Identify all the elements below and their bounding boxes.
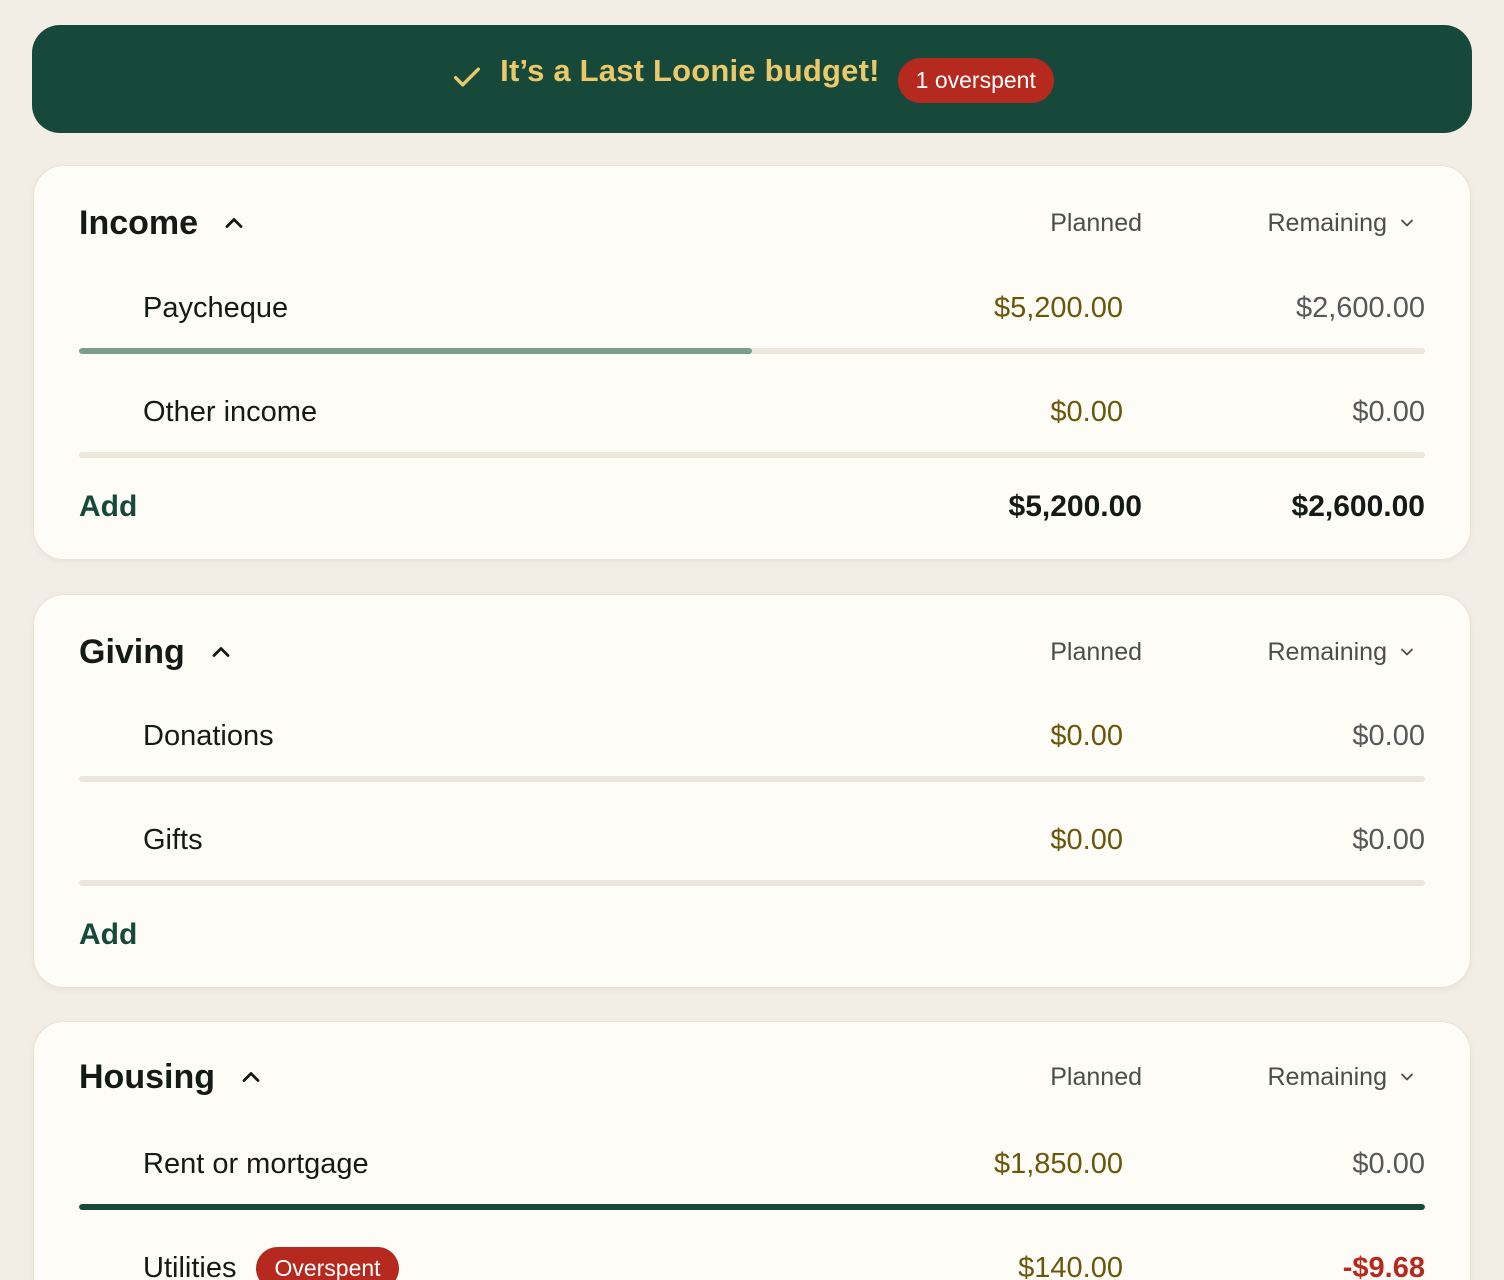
remaining-label: Remaining	[1267, 637, 1387, 666]
item-label-wrap: Utilities Overspent	[143, 1246, 399, 1280]
item-planned[interactable]: $0.00	[1050, 396, 1123, 429]
progress-fill	[79, 348, 752, 354]
overspent-badge: Overspent	[256, 1246, 399, 1280]
progress-fill	[79, 1204, 1425, 1210]
item-label: Other income	[143, 395, 318, 428]
planned-column-header: Planned	[1050, 208, 1142, 237]
budget-item-gifts[interactable]: Gifts $0.00 $0.00	[79, 810, 1425, 870]
item-label: Gifts	[143, 823, 203, 856]
progress-track	[79, 880, 1425, 886]
item-remaining: $0.00	[1352, 823, 1425, 856]
total-planned: $5,200.00	[1008, 490, 1142, 523]
chevron-up-icon[interactable]	[207, 638, 235, 666]
housing-header: Housing Planned Remaining	[79, 1052, 1425, 1102]
item-label: Paycheque	[143, 291, 289, 324]
item-remaining: -$9.68	[1342, 1251, 1425, 1280]
group-title: Housing	[79, 1057, 215, 1096]
income-card: Income Planned Remaining Paycheque $5,20…	[34, 166, 1470, 559]
income-footer: Add $5,200.00 $2,600.00	[79, 482, 1425, 532]
budget-item-rent-or-mortgage[interactable]: Rent or mortgage $1,850.00 $0.00	[79, 1134, 1425, 1194]
giving-header: Giving Planned Remaining	[79, 627, 1425, 677]
add-item-button[interactable]: Add	[79, 490, 137, 524]
total-remaining: $2,600.00	[1291, 490, 1425, 523]
remaining-column-header[interactable]: Remaining	[1267, 1063, 1417, 1092]
item-planned[interactable]: $140.00	[1018, 1252, 1123, 1280]
remaining-column-header[interactable]: Remaining	[1267, 209, 1417, 238]
budget-item-other-income[interactable]: Other income $0.00 $0.00	[79, 382, 1425, 442]
chevron-up-icon[interactable]	[220, 209, 248, 237]
item-planned[interactable]: $0.00	[1050, 824, 1123, 857]
chevron-down-icon	[1401, 648, 1413, 656]
housing-card: Housing Planned Remaining Rent or mortga…	[34, 1022, 1470, 1280]
remaining-label: Remaining	[1267, 1062, 1387, 1091]
item-label: Utilities	[143, 1251, 237, 1280]
budget-item-donations[interactable]: Donations $0.00 $0.00	[79, 706, 1425, 766]
chevron-down-icon	[1401, 1073, 1413, 1081]
progress-track	[79, 348, 1425, 354]
add-item-button[interactable]: Add	[79, 918, 137, 952]
overspent-count-badge[interactable]: 1 overspent	[897, 57, 1054, 103]
chevron-up-icon[interactable]	[237, 1063, 265, 1091]
item-planned[interactable]: $1,850.00	[994, 1148, 1123, 1181]
item-label: Rent or mortgage	[143, 1147, 369, 1180]
item-remaining: $0.00	[1352, 1147, 1425, 1180]
item-label: Donations	[143, 719, 274, 752]
progress-track	[79, 776, 1425, 782]
giving-card: Giving Planned Remaining Donations $0.00…	[34, 595, 1470, 987]
banner-title: It’s a Last Loonie budget!	[500, 53, 880, 88]
remaining-label: Remaining	[1267, 208, 1387, 237]
progress-track	[79, 1204, 1425, 1210]
group-title: Giving	[79, 632, 185, 671]
remaining-column-header[interactable]: Remaining	[1267, 638, 1417, 667]
planned-column-header: Planned	[1050, 637, 1142, 666]
budget-status-banner: It’s a Last Loonie budget! 1 overspent	[32, 25, 1472, 133]
item-remaining: $2,600.00	[1295, 291, 1425, 324]
item-remaining: $0.00	[1352, 719, 1425, 752]
check-icon	[454, 67, 481, 87]
chevron-down-icon	[1401, 219, 1413, 227]
progress-track	[79, 452, 1425, 458]
item-planned[interactable]: $5,200.00	[994, 292, 1123, 325]
group-title: Income	[79, 203, 199, 242]
planned-column-header: Planned	[1050, 1062, 1142, 1091]
income-header: Income Planned Remaining	[79, 198, 1425, 248]
budget-item-paycheque[interactable]: Paycheque $5,200.00 $2,600.00	[79, 278, 1425, 338]
giving-footer: Add	[79, 910, 1425, 960]
item-remaining: $0.00	[1352, 395, 1425, 428]
budget-item-utilities[interactable]: Utilities Overspent $140.00 -$9.68	[79, 1238, 1425, 1280]
item-planned[interactable]: $0.00	[1050, 720, 1123, 753]
